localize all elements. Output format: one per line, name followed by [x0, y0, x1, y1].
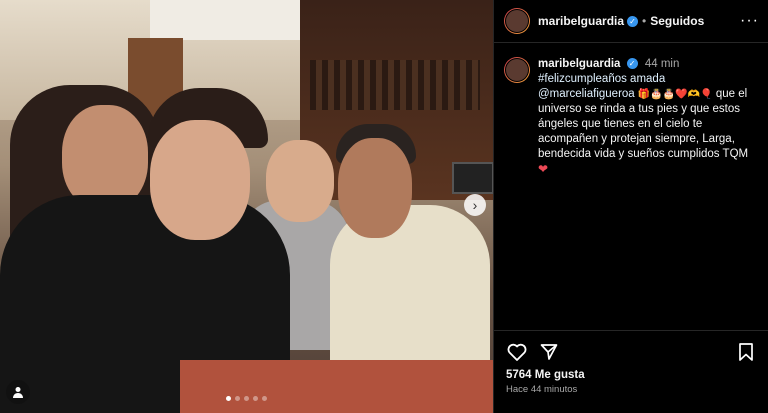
chevron-right-icon: › — [472, 197, 478, 213]
avatar[interactable] — [504, 8, 530, 34]
person-4-face — [338, 138, 412, 238]
photo-laptop — [452, 162, 493, 194]
carousel-dot — [226, 396, 231, 401]
caption-avatar[interactable] — [504, 57, 530, 83]
like-button[interactable] — [506, 341, 528, 363]
user-tag-icon — [13, 387, 23, 398]
posted-ago: Hace 44 minutos — [506, 384, 578, 395]
caption-time: 44 min — [644, 58, 680, 70]
header-separator: • — [642, 14, 647, 28]
caption-emojis: 🎁🎂🎂❤️🫶🎈 — [637, 89, 713, 100]
caption-text: maribelguardia ✓ 44 min #felizcumpleaños… — [538, 57, 758, 178]
person-3-face — [266, 140, 334, 222]
carousel-dot — [244, 396, 249, 401]
carousel-dot — [235, 396, 240, 401]
more-options-icon[interactable]: ··· — [740, 12, 759, 30]
share-button[interactable] — [538, 341, 560, 363]
carousel-dots — [226, 396, 267, 401]
verified-icon: ✓ — [627, 15, 639, 27]
save-button[interactable] — [735, 341, 757, 363]
carousel-dot — [262, 396, 267, 401]
photo-table — [180, 360, 493, 413]
photo-shelf — [310, 60, 480, 110]
caption-hashtag[interactable]: #felizcumpleaños amada — [538, 73, 665, 85]
post-actions: 5764 Me gusta Hace 44 minutos — [494, 330, 768, 395]
post-side-panel: maribelguardia ✓ • Seguidos ··· maribelg… — [493, 0, 768, 413]
likes-count[interactable]: 5764 Me gusta — [494, 363, 768, 381]
caption: maribelguardia ✓ 44 min #felizcumpleaños… — [494, 43, 768, 178]
heart-emoji: ❤ — [538, 162, 549, 176]
caption-username[interactable]: maribelguardia — [538, 58, 620, 70]
verified-icon: ✓ — [626, 58, 638, 70]
action-icons — [494, 331, 768, 363]
header-username[interactable]: maribelguardia — [538, 14, 624, 28]
caption-mention[interactable]: @marceliafigueroa — [538, 88, 635, 100]
follow-status-button[interactable]: Seguidos — [650, 14, 704, 28]
person-2-face — [150, 120, 250, 240]
post-photo[interactable]: › — [0, 0, 493, 413]
user-tag-button[interactable] — [6, 380, 30, 404]
carousel-dot — [253, 396, 258, 401]
next-image-button[interactable]: › — [464, 194, 486, 216]
post-header: maribelguardia ✓ • Seguidos ··· — [494, 0, 768, 43]
heart-icon — [507, 343, 527, 361]
share-icon — [540, 344, 558, 360]
bookmark-icon — [739, 343, 753, 361]
